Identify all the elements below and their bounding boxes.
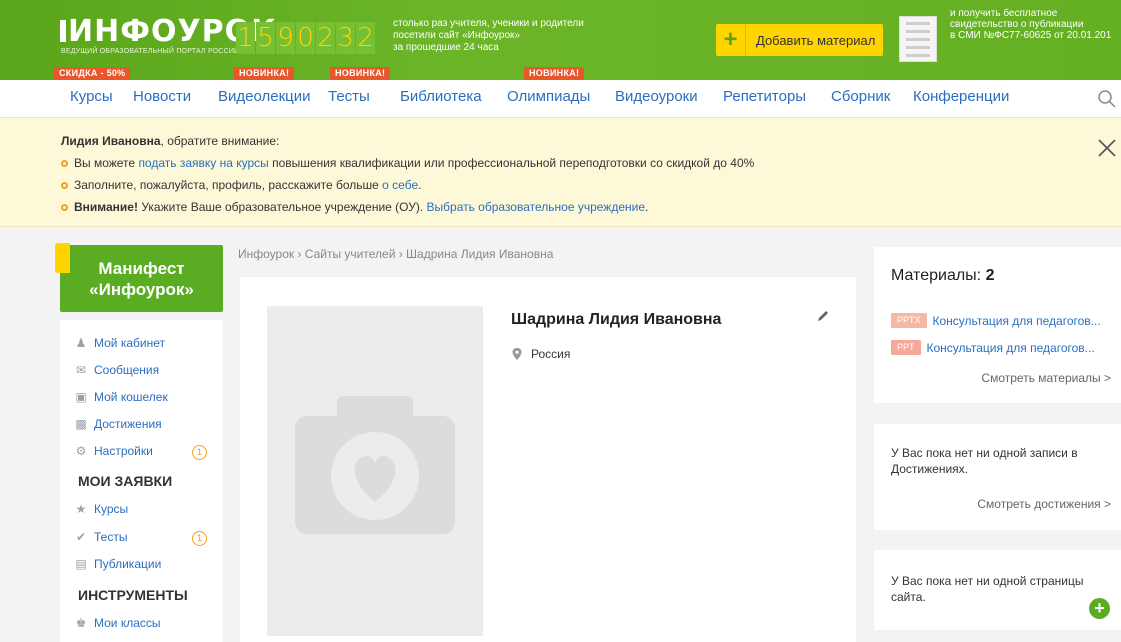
counter-digit: 0: [296, 22, 315, 54]
my-requests-heading: МОИ ЗАЯВКИ: [78, 473, 173, 489]
nav-collection[interactable]: Сборник: [831, 88, 890, 105]
group-icon: ♚: [75, 616, 87, 630]
materials-card: Материалы: 2 PPTX Консультация для педаго…: [874, 247, 1121, 403]
counter-digit: 2: [316, 22, 335, 54]
sidebar-item-achievements[interactable]: ▩ Достижения: [75, 417, 161, 431]
breadcrumb[interactable]: Инфоурок › Сайты учителей › Шадрина Лиди…: [238, 247, 553, 261]
counter-digit: 1: [236, 22, 255, 54]
logo-subtitle: ВЕДУЩИЙ ОБРАЗОВАТЕЛЬНЫЙ ПОРТАЛ РОССИИ: [61, 48, 240, 55]
sidebar-item-settings[interactable]: ⚙ Настройки: [75, 444, 153, 458]
wallet-icon: ▣: [75, 390, 87, 404]
manifest-button[interactable]: Манифест «Инфоурок»: [55, 243, 223, 312]
new-badge: НОВИНКА!: [330, 67, 391, 80]
nav-videolessons[interactable]: Видеоуроки: [615, 88, 698, 105]
sidebar-item-publications[interactable]: ▤ Публикации: [75, 557, 161, 571]
about-me-link[interactable]: о себе: [382, 178, 418, 192]
see-materials-link[interactable]: Смотреть материалы >: [981, 371, 1111, 385]
material-link[interactable]: Консультация для педагогов...: [927, 341, 1095, 355]
bullet-icon: [61, 160, 68, 167]
search-icon[interactable]: [1097, 89, 1117, 109]
material-link[interactable]: Консультация для педагогов...: [933, 314, 1101, 328]
sidebar-item-courses[interactable]: ★ Курсы: [75, 502, 129, 516]
location-pin-icon: [512, 348, 522, 360]
counter-digit: 2: [356, 22, 375, 54]
pencil-icon[interactable]: [816, 309, 830, 323]
plus-icon: +: [716, 24, 746, 56]
see-achievements-link[interactable]: Смотреть достижения >: [977, 497, 1111, 511]
user-icon: ♟: [75, 336, 87, 350]
sidebar-item-wallet[interactable]: ▣ Мой кошелек: [75, 390, 167, 404]
achievements-empty-text: У Вас пока нет ни одной записи в Достиже…: [891, 446, 1078, 476]
site-pages-card: У Вас пока нет ни одной страницы сайта.: [874, 550, 1121, 630]
materials-heading: Материалы: 2: [891, 267, 995, 284]
notice-item: Внимание! Укажите Ваше образовательное у…: [61, 200, 648, 214]
envelope-icon: ✉: [75, 363, 87, 377]
nav-videolectures[interactable]: Видеолекции: [218, 88, 311, 105]
camera-icon: [295, 396, 455, 534]
counter-digit: 3: [336, 22, 355, 54]
flag-icon: [55, 243, 70, 273]
sidebar-item-messages[interactable]: ✉ Сообщения: [75, 363, 159, 377]
counter-caption: столько раз учителя, ученики и родители …: [393, 18, 584, 53]
select-institution-link[interactable]: Выбрать образовательное учреждение: [427, 200, 646, 214]
briefcase-icon: ▩: [75, 417, 87, 431]
profile-name: Шадрина Лидия Ивановна: [511, 311, 722, 328]
nav-tests[interactable]: Тесты: [328, 88, 370, 105]
pptx-tag: PPTX: [891, 313, 927, 328]
notice-item: Заполните, пожалуйста, профиль, расскажи…: [61, 178, 421, 192]
star-icon: ★: [75, 502, 87, 516]
profile-country: Россия: [511, 347, 570, 361]
close-icon[interactable]: [1098, 139, 1116, 157]
new-badge: НОВИНКА!: [524, 67, 585, 80]
document-icon: ▤: [75, 557, 87, 571]
counter-digit: 5: [256, 22, 275, 54]
profile-notice: Лидия Ивановна, обратите внимание: Вы мо…: [0, 118, 1121, 227]
ppt-tag: PPT: [891, 340, 921, 355]
nav-news[interactable]: Новости: [133, 88, 191, 105]
settings-count-badge: 1: [192, 445, 207, 460]
gear-icon: ⚙: [75, 444, 87, 458]
material-item[interactable]: PPT Консультация для педагогов...: [891, 340, 1095, 355]
notice-greeting: Лидия Ивановна, обратите внимание:: [61, 134, 280, 148]
certificate-thumbnail[interactable]: [899, 16, 937, 62]
nav-tutors[interactable]: Репетиторы: [723, 88, 806, 105]
check-circle-icon: ✔: [75, 530, 87, 544]
nav-conferences[interactable]: Конференции: [913, 88, 1009, 105]
sidebar-item-tests[interactable]: ✔ Тесты: [75, 530, 127, 544]
new-badge: НОВИНКА!: [234, 67, 295, 80]
bullet-icon: [61, 204, 68, 211]
sidebar-item-cabinet[interactable]: ♟ Мой кабинет: [75, 336, 165, 350]
notice-item: Вы можете подать заявку на курсы повышен…: [61, 156, 754, 170]
nav-courses[interactable]: Курсы: [70, 88, 113, 105]
nav-olympiads[interactable]: Олимпиады: [507, 88, 590, 105]
achievements-card: У Вас пока нет ни одной записи в Достиже…: [874, 424, 1121, 530]
apply-courses-link[interactable]: подать заявку на курсы: [138, 156, 268, 170]
tools-heading: ИНСТРУМЕНТЫ: [78, 587, 188, 603]
material-item[interactable]: PPTX Консультация для педагогов...: [891, 313, 1101, 328]
site-pages-empty-text: У Вас пока нет ни одной страницы сайта.: [891, 574, 1084, 604]
nav-library[interactable]: Библиотека: [400, 88, 482, 105]
counter-digit: 9: [276, 22, 295, 54]
add-material-button[interactable]: + Добавить материал: [716, 24, 883, 56]
discount-badge: СКИДКА - 50%: [54, 67, 131, 80]
add-page-plus-icon[interactable]: +: [1089, 598, 1110, 619]
sidebar-item-my-classes[interactable]: ♚ Мои классы: [75, 616, 161, 630]
avatar-placeholder[interactable]: [267, 306, 483, 636]
tests-count-badge: 1: [192, 531, 207, 546]
main-nav: Курсы Новости Видеолекции Тесты Библиоте…: [0, 80, 1121, 118]
bullet-icon: [61, 182, 68, 189]
visit-counter: 1 5 9 0 2 3 2: [236, 22, 375, 54]
certificate-caption[interactable]: и получить бесплатное свидетельство о пу…: [950, 8, 1111, 41]
